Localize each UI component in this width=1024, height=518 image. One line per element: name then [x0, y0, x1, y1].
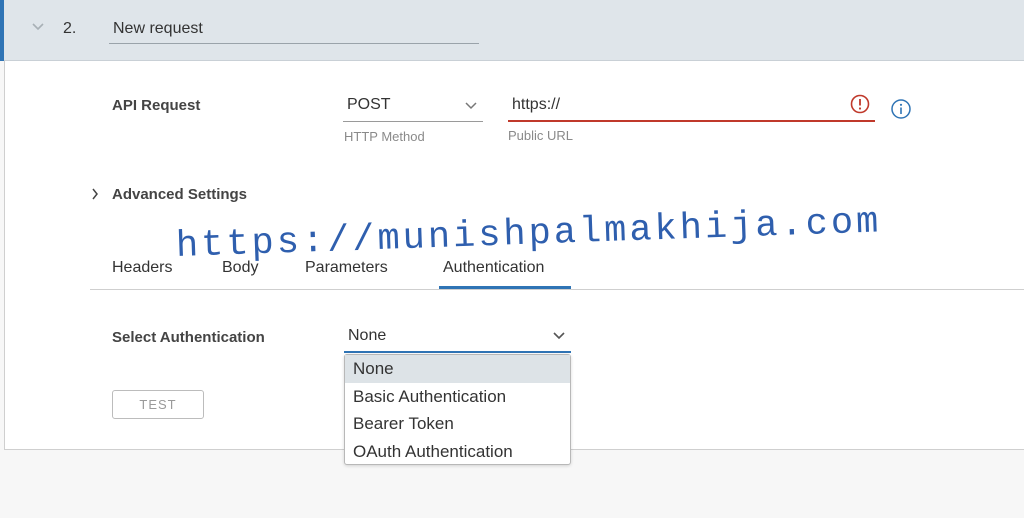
public-url-value: https:// [512, 96, 561, 113]
dropdown-option-basic[interactable]: Basic Authentication [345, 383, 570, 411]
dropdown-option-oauth[interactable]: OAuth Authentication [345, 438, 570, 466]
tabs-divider [90, 289, 1024, 290]
tab-authentication[interactable]: Authentication [443, 259, 544, 277]
api-request-label: API Request [112, 97, 201, 114]
tab-headers[interactable]: Headers [112, 259, 172, 277]
select-authentication-label: Select Authentication [112, 329, 265, 346]
test-button[interactable]: TEST [112, 390, 204, 419]
authentication-select[interactable]: None [344, 327, 571, 353]
dropdown-option-none[interactable]: None [345, 355, 570, 383]
chevron-down-icon[interactable] [31, 22, 45, 32]
header-accent-bar [0, 0, 4, 61]
tab-parameters[interactable]: Parameters [305, 259, 388, 277]
request-header: 2. New request [0, 0, 1024, 61]
authentication-dropdown: None Basic Authentication Bearer Token O… [344, 354, 571, 465]
chevron-down-icon [553, 332, 565, 340]
http-method-hint: HTTP Method [344, 129, 425, 144]
error-icon [850, 94, 870, 114]
public-url-input[interactable]: https:// [508, 94, 875, 122]
request-name-input[interactable]: New request [109, 20, 479, 44]
advanced-settings-toggle[interactable]: Advanced Settings [112, 186, 247, 203]
step-number: 2. [63, 20, 77, 37]
tab-body[interactable]: Body [222, 259, 258, 277]
authentication-selected-value: None [348, 327, 387, 344]
info-icon[interactable] [890, 98, 912, 120]
http-method-select[interactable]: POST [343, 96, 483, 122]
chevron-down-icon [465, 102, 477, 110]
public-url-hint: Public URL [508, 128, 574, 143]
chevron-right-icon[interactable] [91, 188, 99, 200]
dropdown-option-bearer[interactable]: Bearer Token [345, 410, 570, 438]
http-method-value: POST [347, 96, 391, 113]
